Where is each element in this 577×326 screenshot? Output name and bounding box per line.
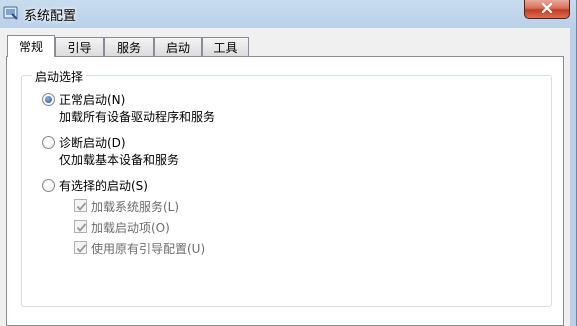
tab-boot[interactable]: 引导 [55,37,104,56]
selective-startup-radio[interactable] [42,179,55,192]
check-icon [76,202,87,211]
diagnostic-startup-radio[interactable] [42,136,55,149]
load-startup-items-label: 加载启动项(O) [91,221,170,235]
diagnostic-startup-label[interactable]: 诊断启动(D) [59,134,126,151]
load-startup-items-checkbox[interactable] [74,220,87,233]
dialog-client-area: 常规 引导 服务 启动 工具 启动选择 正常启动(N) 加载所有设备驱动程序和服… [0,28,570,326]
tab-general[interactable]: 常规 [7,35,55,57]
tab-services[interactable]: 服务 [104,37,154,56]
load-system-services-checkbox[interactable] [74,199,87,212]
normal-startup-description: 加载所有设备驱动程序和服务 [59,110,216,124]
system-config-window: 系统配置 常规 引导 服务 启动 工具 启动选择 正常启动(N) 加载所有设备驱… [0,0,577,326]
diagnostic-startup-description: 仅加载基本设备和服务 [59,153,180,167]
selective-startup-label[interactable]: 有选择的启动(S) [59,177,148,194]
group-label: 启动选择 [32,68,87,85]
window-title: 系统配置 [24,9,77,24]
general-tab-panel: 启动选择 正常启动(N) 加载所有设备驱动程序和服务 诊断启动(D) 仅加载基本… [6,56,564,326]
use-original-boot-config-checkbox[interactable] [74,241,87,254]
check-icon [76,223,87,232]
startup-selection-group: 启动选择 正常启动(N) 加载所有设备驱动程序和服务 诊断启动(D) 仅加载基本… [21,68,552,307]
close-icon [541,2,553,16]
use-original-boot-config-label: 使用原有引导配置(U) [91,242,206,256]
tab-label: 工具 [213,40,238,55]
normal-startup-label[interactable]: 正常启动(N) [59,91,125,108]
load-system-services-label: 加载系统服务(L) [91,200,180,214]
tab-startup[interactable]: 启动 [154,37,202,56]
msconfig-app-icon [3,5,19,21]
tab-label: 常规 [18,40,43,54]
tab-label: 服务 [116,40,141,55]
normal-startup-radio[interactable] [42,93,55,106]
close-button[interactable] [524,0,570,19]
tab-label: 引导 [67,40,92,55]
tab-tools[interactable]: 工具 [202,37,249,56]
check-icon [76,244,87,253]
tab-label: 启动 [165,40,190,55]
title-bar[interactable]: 系统配置 [0,0,577,28]
